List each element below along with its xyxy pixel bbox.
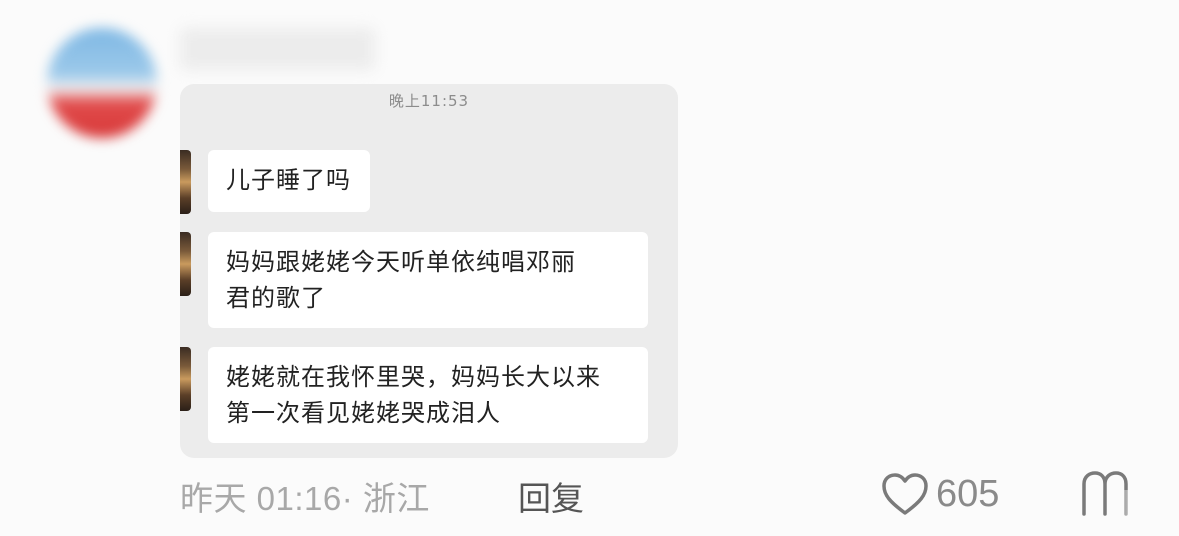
username-blurred[interactable] [180, 28, 375, 70]
chat-bubble-line: 妈妈跟姥姥今天听单依纯唱邓丽 [226, 248, 576, 276]
sender-avatar [180, 150, 191, 214]
like-button[interactable]: 605 [880, 470, 999, 518]
chat-bubble-text: 儿子睡了吗 [226, 166, 351, 194]
like-count: 605 [936, 472, 1000, 515]
heart-outline-icon [882, 473, 928, 515]
chat-bubble: 姥姥就在我怀里哭，妈妈长大以来 第一次看见姥姥哭成泪人 [208, 347, 648, 443]
chat-screenshot-image[interactable]: 晚上11:53 儿子睡了吗 妈妈跟姥姥今天听单依纯唱邓丽 君的歌了 姥姥就在我怀… [180, 84, 678, 458]
reply-button[interactable]: 回复 [518, 472, 584, 520]
sender-avatar [180, 347, 191, 411]
sender-avatar [180, 232, 191, 296]
chat-bubble-line: 君的歌了 [226, 284, 326, 312]
chat-bubble: 儿子睡了吗 [208, 150, 370, 212]
user-avatar[interactable] [47, 28, 157, 138]
edge-fade [1110, 490, 1179, 536]
chat-bubble: 妈妈跟姥姥今天听单依纯唱邓丽 君的歌了 [208, 232, 648, 328]
chat-bubble-line: 姥姥就在我怀里哭，妈妈长大以来 [226, 363, 601, 391]
post-time-location: 昨天 01:16· 浙江 [180, 480, 430, 517]
chat-timestamp: 晚上11:53 [388, 92, 470, 110]
chat-bubble-line: 第一次看见姥姥哭成泪人 [226, 399, 501, 427]
